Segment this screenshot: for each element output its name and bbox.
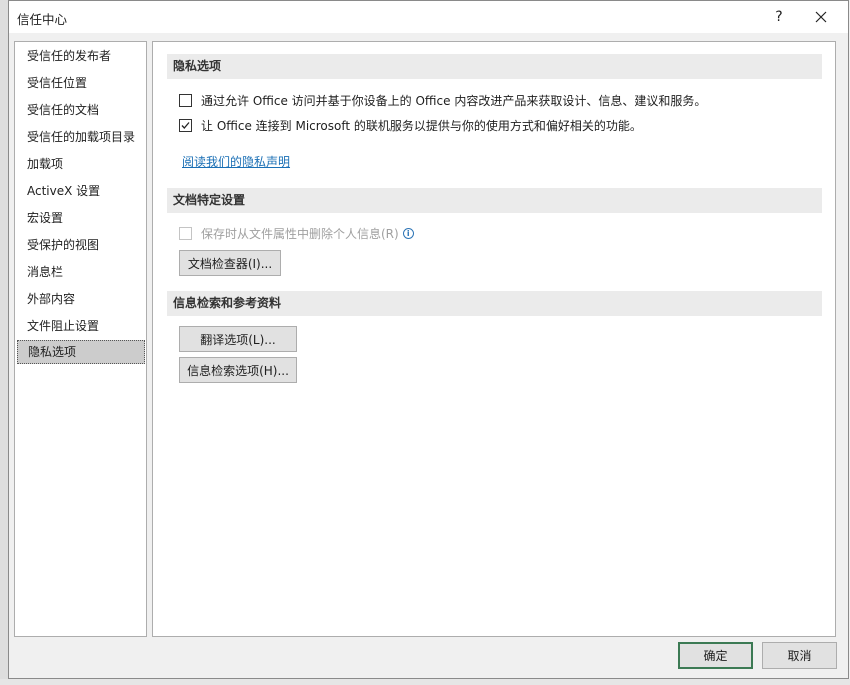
nav-item-trusted-locations[interactable]: 受信任位置 (17, 71, 145, 95)
nav-item-file-block-settings[interactable]: 文件阻止设置 (17, 314, 145, 338)
close-icon (815, 11, 827, 23)
connected-services-option[interactable]: 让 Office 连接到 Microsoft 的联机服务以提供与你的使用方式和偏… (179, 116, 642, 134)
improve-products-label: 通过允许 Office 访问并基于你设备上的 Office 内容改进产品来获取设… (201, 93, 707, 108)
nav-item-trusted-publishers[interactable]: 受信任的发布者 (17, 44, 145, 68)
trust-center-dialog: 信任中心 ? 受信任的发布者 受信任位置 受信任的文档 受信任的加载项目录 加载… (8, 0, 849, 679)
nav-item-addins[interactable]: 加载项 (17, 152, 145, 176)
nav-item-trusted-addin-catalogs[interactable]: 受信任的加载项目录 (17, 125, 145, 149)
document-inspector-button[interactable]: 文档检查器(I)... (179, 250, 281, 276)
nav-item-external-content[interactable]: 外部内容 (17, 287, 145, 311)
help-button[interactable]: ? (759, 5, 799, 29)
nav-item-trusted-documents[interactable]: 受信任的文档 (17, 98, 145, 122)
connected-services-label: 让 Office 连接到 Microsoft 的联机服务以提供与你的使用方式和偏… (201, 118, 642, 133)
background-app-strip (0, 679, 850, 685)
translation-options-button[interactable]: 翻译选项(L)... (179, 326, 297, 352)
privacy-statement-link[interactable]: 阅读我们的隐私声明 (182, 153, 290, 170)
nav-item-macro-settings[interactable]: 宏设置 (17, 206, 145, 230)
remove-personal-info-option[interactable]: 保存时从文件属性中删除个人信息(R) i (179, 224, 414, 242)
title-bar: 信任中心 ? (9, 1, 848, 33)
connected-services-checkbox[interactable] (179, 118, 192, 132)
nav-item-protected-view[interactable]: 受保护的视图 (17, 233, 145, 257)
ok-button[interactable]: 确定 (678, 642, 753, 669)
nav-list: 受信任的发布者 受信任位置 受信任的文档 受信任的加载项目录 加载项 Activ… (14, 41, 147, 637)
privacy-section-header: 隐私选项 (167, 54, 822, 79)
document-section-header: 文档特定设置 (167, 188, 822, 213)
window-title: 信任中心 (17, 12, 68, 27)
improve-products-checkbox[interactable] (179, 93, 192, 107)
content-panel: 隐私选项 通过允许 Office 访问并基于你设备上的 Office 内容改进产… (152, 41, 836, 637)
checkmark-icon (181, 121, 190, 129)
remove-personal-info-checkbox[interactable] (179, 226, 192, 240)
remove-personal-info-label: 保存时从文件属性中删除个人信息(R) (201, 226, 399, 241)
info-icon: i (402, 227, 414, 239)
research-section-header: 信息检索和参考资料 (167, 291, 822, 316)
close-button[interactable] (801, 5, 841, 29)
research-options-button[interactable]: 信息检索选项(H)... (179, 357, 297, 383)
improve-products-option[interactable]: 通过允许 Office 访问并基于你设备上的 Office 内容改进产品来获取设… (179, 91, 706, 109)
background-app-edge (0, 0, 8, 685)
nav-item-activex-settings[interactable]: ActiveX 设置 (17, 179, 145, 203)
nav-item-privacy-options[interactable]: 隐私选项 (17, 340, 145, 364)
nav-item-message-bar[interactable]: 消息栏 (17, 260, 145, 284)
cancel-button[interactable]: 取消 (762, 642, 837, 669)
